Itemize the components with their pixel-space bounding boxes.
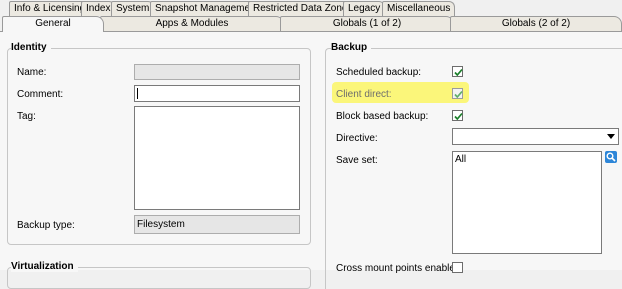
tab-globals-1[interactable]: Globals (1 of 2)	[280, 16, 454, 31]
tab-miscellaneous[interactable]: Miscellaneous	[382, 1, 456, 16]
tab-general[interactable]: General	[2, 16, 104, 32]
identity-section-title: Identity	[11, 42, 51, 53]
name-field[interactable]	[134, 64, 300, 80]
backup-section-title: Backup	[331, 42, 372, 53]
chevron-down-icon	[607, 134, 615, 139]
sub-tab-row: General Apps & Modules Globals (1 of 2) …	[0, 15, 622, 32]
client-direct-label: Client direct:	[336, 89, 392, 100]
general-tab-content: Identity Name: Comment: Tag: Backup type…	[0, 32, 622, 289]
tag-field[interactable]	[134, 106, 300, 210]
tab-globals-2[interactable]: Globals (2 of 2)	[450, 16, 622, 31]
block-based-backup-checkbox[interactable]	[452, 110, 463, 121]
text-caret	[137, 88, 138, 99]
save-set-label: Save set:	[336, 155, 378, 166]
tab-legacy[interactable]: Legacy	[343, 1, 386, 16]
client-direct-checkbox[interactable]	[452, 88, 463, 99]
comment-label: Comment:	[17, 89, 64, 100]
save-set-search-button[interactable]	[605, 151, 617, 163]
save-set-field[interactable]: All	[452, 151, 602, 254]
tab-apps-modules[interactable]: Apps & Modules	[100, 16, 284, 31]
backup-type-label: Backup type:	[17, 220, 75, 231]
check-icon	[454, 68, 463, 77]
check-icon	[454, 112, 463, 121]
tab-info-licensing[interactable]: Info & Licensing	[9, 1, 91, 16]
name-label: Name:	[17, 67, 47, 78]
tab-restricted-data-zones[interactable]: Restricted Data Zones	[248, 1, 358, 16]
search-icon	[606, 152, 616, 162]
virtualization-section-title: Virtualization	[11, 261, 78, 272]
cross-mount-label: Cross mount points enabled:	[336, 263, 464, 274]
check-icon	[454, 90, 463, 99]
cross-mount-checkbox[interactable]	[452, 262, 463, 273]
backup-type-field[interactable]: Filesystem	[134, 215, 300, 234]
scheduled-backup-checkbox[interactable]	[452, 66, 463, 77]
directive-dropdown[interactable]	[452, 128, 619, 145]
block-based-backup-label: Block based backup:	[336, 111, 429, 122]
directive-label: Directive:	[336, 133, 378, 144]
tab-snapshot-management[interactable]: Snapshot Management	[150, 1, 264, 16]
comment-field[interactable]	[134, 85, 300, 102]
top-tab-row: Info & Licensing Index System Snapshot M…	[0, 0, 622, 16]
tab-system[interactable]: System	[111, 1, 155, 16]
tag-label: Tag:	[17, 111, 36, 122]
scheduled-backup-label: Scheduled backup:	[336, 67, 422, 78]
